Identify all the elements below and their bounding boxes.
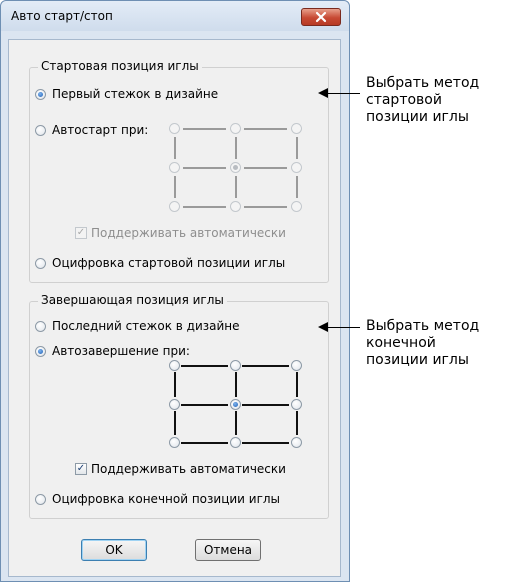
- end-annotation-line: [326, 327, 360, 328]
- ok-button[interactable]: OK: [81, 539, 147, 561]
- grid-line: [244, 128, 287, 130]
- grid-line: [174, 411, 176, 435]
- end-maintain-auto-checkbox[interactable]: ✓: [75, 463, 87, 475]
- start-grid-point-center[interactable]: [230, 162, 241, 173]
- start-group-title: Стартовая позиция иглы: [38, 59, 202, 73]
- grid-line: [183, 206, 226, 208]
- start-grid-point-middle-left[interactable]: [169, 162, 180, 173]
- grid-line: [296, 137, 298, 159]
- autostart-label[interactable]: Автостарт при:: [52, 123, 148, 137]
- start-digitize-radio[interactable]: [35, 258, 46, 269]
- grid-line: [244, 206, 287, 208]
- end-maintain-auto-label[interactable]: Поддерживать автоматически: [91, 462, 286, 476]
- title-bar[interactable]: Авто старт/стоп: [1, 1, 349, 31]
- grid-line: [296, 176, 298, 198]
- grid-line: [174, 176, 176, 198]
- grid-line: [174, 372, 176, 397]
- start-grid-point-middle-right[interactable]: [291, 162, 302, 173]
- end-grid-point-bottom-center[interactable]: [230, 437, 241, 448]
- grid-line: [242, 404, 289, 406]
- end-grid-point-top-right[interactable]: [291, 360, 302, 371]
- autoend-label[interactable]: Автозавершение при:: [52, 344, 190, 358]
- grid-line: [174, 137, 176, 159]
- grid-line: [242, 365, 289, 367]
- start-annotation-line-3: позиции иглы: [366, 109, 469, 125]
- cancel-button[interactable]: Отмена: [195, 539, 261, 561]
- start-annotation-line-1: Выбрать метод: [366, 75, 480, 91]
- start-grid-point-bottom-left[interactable]: [169, 201, 180, 212]
- start-annotation-line: [326, 93, 360, 94]
- first-stitch-label[interactable]: Первый стежок в дизайне: [52, 87, 218, 101]
- grid-line: [183, 128, 226, 130]
- end-annotation-line-2: конечной: [366, 335, 436, 351]
- grid-line: [183, 167, 226, 169]
- end-annotation: Выбрать метод конечной позиции иглы: [366, 318, 479, 369]
- autostart-radio[interactable]: [35, 125, 46, 136]
- end-digitize-radio[interactable]: [35, 494, 46, 505]
- grid-line: [296, 411, 298, 435]
- first-stitch-radio[interactable]: [35, 89, 46, 100]
- start-grid-point-top-right[interactable]: [291, 123, 302, 134]
- grid-line: [242, 442, 289, 444]
- grid-line: [296, 372, 298, 397]
- end-grid-point-top-center[interactable]: [230, 360, 241, 371]
- last-stitch-label[interactable]: Последний стежок в дизайне: [52, 319, 240, 333]
- end-position-group: [29, 301, 329, 519]
- last-stitch-radio[interactable]: [35, 321, 46, 332]
- grid-line: [181, 404, 228, 406]
- start-annotation: Выбрать метод стартовой позиции иглы: [366, 75, 479, 126]
- start-grid-point-bottom-right[interactable]: [291, 201, 302, 212]
- grid-line: [235, 372, 237, 397]
- grid-line: [181, 365, 228, 367]
- start-digitize-label[interactable]: Оцифровка стартовой позиции иглы: [52, 256, 285, 270]
- start-maintain-auto-checkbox[interactable]: ✓: [75, 227, 87, 239]
- grid-line: [181, 442, 228, 444]
- end-grid-point-center[interactable]: [230, 399, 241, 410]
- end-digitize-label[interactable]: Оцифровка конечной позиции иглы: [52, 492, 280, 506]
- end-annotation-line-1: Выбрать метод: [366, 318, 480, 334]
- dialog-title: Авто старт/стоп: [11, 9, 113, 23]
- start-annotation-line-2: стартовой: [366, 92, 442, 108]
- end-annotation-line-3: позиции иглы: [366, 352, 469, 368]
- end-group-title: Завершающая позиция иглы: [38, 293, 227, 307]
- close-button[interactable]: [301, 8, 341, 26]
- end-grid-point-middle-left[interactable]: [169, 399, 180, 410]
- start-grid-point-top-left[interactable]: [169, 123, 180, 134]
- start-maintain-auto-label[interactable]: Поддерживать автоматически: [91, 226, 286, 240]
- close-x-icon: [315, 11, 327, 23]
- end-grid-point-bottom-right[interactable]: [291, 437, 302, 448]
- start-grid-point-top-center[interactable]: [230, 123, 241, 134]
- end-grid-point-bottom-left[interactable]: [169, 437, 180, 448]
- grid-line: [235, 176, 237, 198]
- end-grid-point-top-left[interactable]: [169, 360, 180, 371]
- start-grid-point-bottom-center[interactable]: [230, 201, 241, 212]
- end-grid-point-middle-right[interactable]: [291, 399, 302, 410]
- grid-line: [244, 167, 287, 169]
- autoend-radio[interactable]: [35, 346, 46, 357]
- grid-line: [235, 411, 237, 435]
- grid-line: [235, 137, 237, 159]
